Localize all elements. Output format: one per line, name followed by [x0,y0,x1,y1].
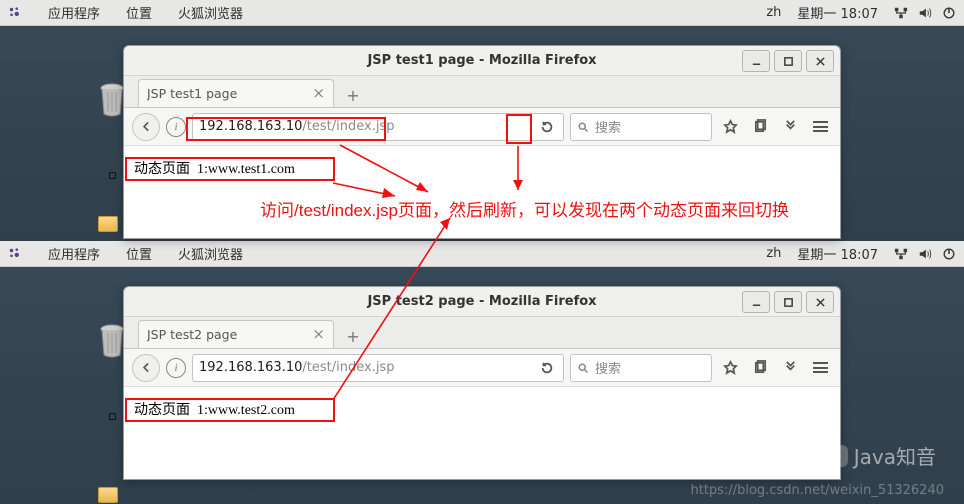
search-bar[interactable]: 搜索 [570,113,712,141]
url-path: /test/index.jsp [302,360,394,375]
top-panel-1: 应用程序 位置 火狐浏览器 zh 星期一 18:07 [0,0,964,26]
menu-firefox[interactable]: 火狐浏览器 [178,244,243,263]
back-button[interactable] [132,354,160,382]
minimize-button[interactable] [742,50,770,72]
network-icon[interactable] [894,247,908,261]
taskbar-item[interactable]: ▫ [108,168,122,182]
trash-icon[interactable] [98,323,126,359]
close-button[interactable] [806,291,834,313]
firefox-window-2: JSP test2 page - Mozilla Firefox JSP tes… [123,286,841,480]
menu-applications[interactable]: 应用程序 [48,3,100,22]
overflow-icon[interactable] [778,115,802,139]
page-content: 动态页面 1:www.test1.com [124,146,840,238]
overflow-icon[interactable] [778,356,802,380]
maximize-button[interactable] [774,291,802,313]
url-path: /test/index.jsp [302,119,394,134]
browser-tab[interactable]: JSP test1 page × [138,79,334,107]
new-tab-button[interactable]: + [340,83,366,107]
input-method-indicator[interactable]: zh [766,5,781,20]
url-host: 192.168.163.10 [199,360,302,375]
power-icon[interactable] [942,6,956,20]
tab-bar: JSP test2 page × + [124,317,840,349]
menu-places[interactable]: 位置 [126,244,152,263]
desktop-folder-icon[interactable] [98,216,118,232]
tab-label: JSP test2 page [147,327,304,342]
network-icon[interactable] [894,6,908,20]
bookmark-star-icon[interactable] [718,356,742,380]
nav-toolbar: i 192.168.163.10/test/index.jsp 搜索 [124,349,840,387]
maximize-button[interactable] [774,50,802,72]
firefox-window-1: JSP test1 page - Mozilla Firefox JSP tes… [123,45,841,239]
clock[interactable]: 星期一 18:07 [797,244,878,263]
reload-button[interactable] [535,357,559,379]
content-value: 1:www.test2.com [197,403,295,418]
search-icon [577,362,589,374]
input-method-indicator[interactable]: zh [766,246,781,261]
clock[interactable]: 星期一 18:07 [797,3,878,22]
tab-close-icon[interactable]: × [312,327,325,342]
new-tab-button[interactable]: + [340,324,366,348]
desktop-folder-icon[interactable] [98,487,118,503]
browser-tab[interactable]: JSP test2 page × [138,320,334,348]
menu-firefox[interactable]: 火狐浏览器 [178,3,243,22]
volume-icon[interactable] [918,247,932,261]
search-bar[interactable]: 搜索 [570,354,712,382]
activities-logo [8,6,22,20]
trash-icon[interactable] [98,82,126,118]
power-icon[interactable] [942,247,956,261]
activities-logo [8,247,22,261]
top-panel-2: 应用程序 位置 火狐浏览器 zh 星期一 18:07 [0,241,964,267]
search-icon [577,121,589,133]
library-icon[interactable] [748,115,772,139]
url-bar[interactable]: 192.168.163.10/test/index.jsp [192,113,564,141]
taskbar-item[interactable]: ▫ [108,409,122,423]
close-button[interactable] [806,50,834,72]
window-titlebar[interactable]: JSP test1 page - Mozilla Firefox [124,46,840,76]
menu-places[interactable]: 位置 [126,3,152,22]
content-value: 1:www.test1.com [197,162,295,177]
site-info-icon[interactable]: i [166,358,186,378]
reload-button[interactable] [535,116,559,138]
window-title: JSP test1 page - Mozilla Firefox [367,53,596,68]
bookmark-star-icon[interactable] [718,115,742,139]
library-icon[interactable] [748,356,772,380]
back-button[interactable] [132,113,160,141]
search-placeholder: 搜索 [595,117,621,136]
volume-icon[interactable] [918,6,932,20]
menu-applications[interactable]: 应用程序 [48,244,100,263]
tab-close-icon[interactable]: × [312,86,325,101]
url-bar[interactable]: 192.168.163.10/test/index.jsp [192,354,564,382]
content-label: 动态页面 [134,162,190,177]
minimize-button[interactable] [742,291,770,313]
site-info-icon[interactable]: i [166,117,186,137]
url-host: 192.168.163.10 [199,119,302,134]
content-label: 动态页面 [134,403,190,418]
nav-toolbar: i 192.168.163.10/test/index.jsp 搜索 [124,108,840,146]
window-title: JSP test2 page - Mozilla Firefox [367,294,596,309]
search-placeholder: 搜索 [595,358,621,377]
tab-bar: JSP test1 page × + [124,76,840,108]
tab-label: JSP test1 page [147,86,304,101]
menu-button[interactable] [808,115,832,139]
page-content: 动态页面 1:www.test2.com [124,387,840,479]
menu-button[interactable] [808,356,832,380]
window-titlebar[interactable]: JSP test2 page - Mozilla Firefox [124,287,840,317]
